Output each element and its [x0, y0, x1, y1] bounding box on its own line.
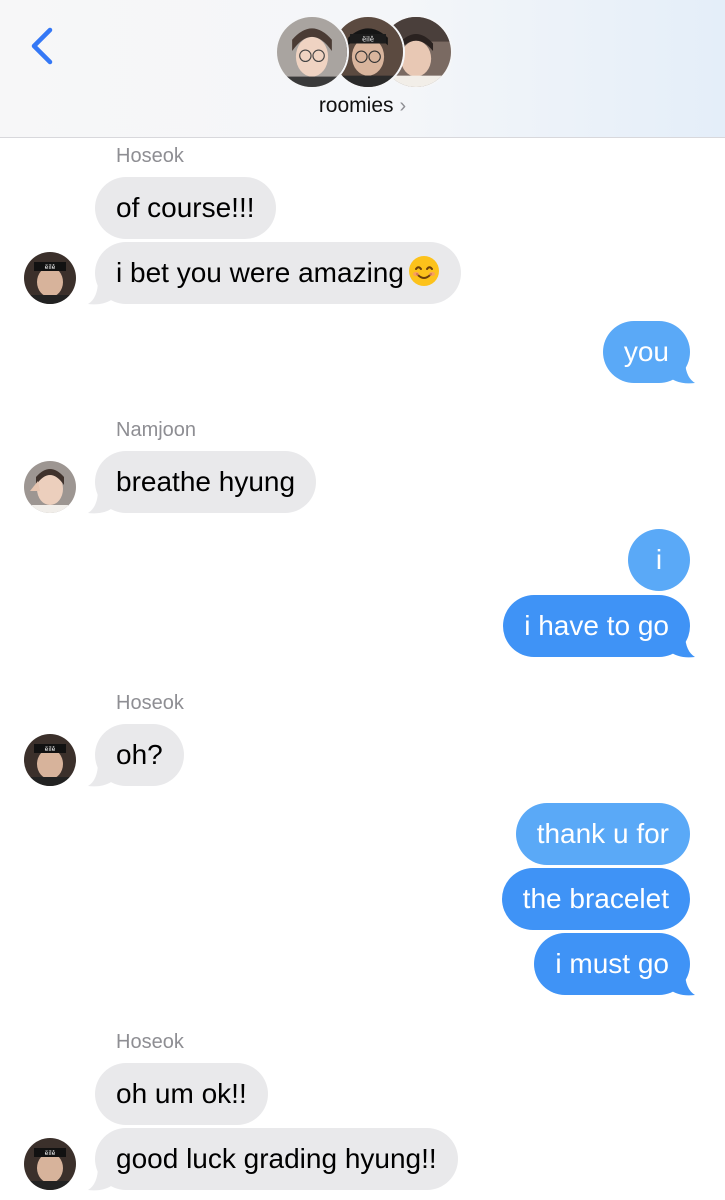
incoming-message[interactable]: oh um ok!! — [95, 1063, 268, 1125]
sender-name: Hoseok — [116, 692, 184, 714]
svg-text:ëilê: ëilê — [362, 36, 374, 44]
bubble-tail — [88, 489, 114, 514]
incoming-message[interactable]: good luck grading hyung!! — [95, 1128, 458, 1190]
avatar — [275, 15, 349, 89]
sender-name: Hoseok — [116, 145, 184, 167]
bubble-tail — [669, 359, 695, 384]
outgoing-message[interactable]: i — [628, 529, 690, 591]
back-button[interactable] — [22, 22, 62, 70]
svg-text:ëilê: ëilê — [45, 264, 56, 271]
avatar: ëilê — [24, 1138, 76, 1190]
svg-text:ëilê: ëilê — [45, 746, 56, 753]
bubble-tail — [88, 1166, 114, 1191]
bubble-tail — [88, 762, 114, 787]
incoming-message[interactable]: i bet you were amazing — [95, 242, 461, 304]
outgoing-message[interactable]: i must go — [534, 933, 690, 995]
outgoing-message[interactable]: the bracelet — [501, 868, 690, 930]
outgoing-message[interactable]: thank u for — [515, 803, 690, 865]
sender-name: Namjoon — [116, 419, 197, 441]
sender-name: Hoseok — [116, 1031, 184, 1053]
incoming-message[interactable]: of course!!! — [95, 177, 276, 239]
conversation-header: ëilê roomies › — [0, 0, 725, 138]
chevron-right-icon: › — [399, 95, 407, 117]
bubble-tail — [669, 633, 695, 658]
svg-text:ëilê: ëilê — [45, 1150, 56, 1157]
group-avatars[interactable]: ëilê — [275, 15, 455, 89]
conversation-title-button[interactable]: roomies › — [0, 94, 725, 118]
message-text: i bet you were amazing — [116, 257, 404, 288]
bubble-tail — [88, 280, 114, 305]
outgoing-message[interactable]: i have to go — [503, 595, 690, 657]
avatar: ëilê — [24, 734, 76, 786]
chevron-left-icon — [31, 27, 53, 65]
incoming-message[interactable]: breathe hyung — [95, 451, 317, 513]
smiling-face-icon — [408, 256, 439, 286]
bubble-tail — [669, 971, 695, 996]
avatar: ëilê — [24, 252, 76, 304]
conversation-title: roomies — [318, 94, 394, 117]
avatar — [24, 461, 76, 513]
